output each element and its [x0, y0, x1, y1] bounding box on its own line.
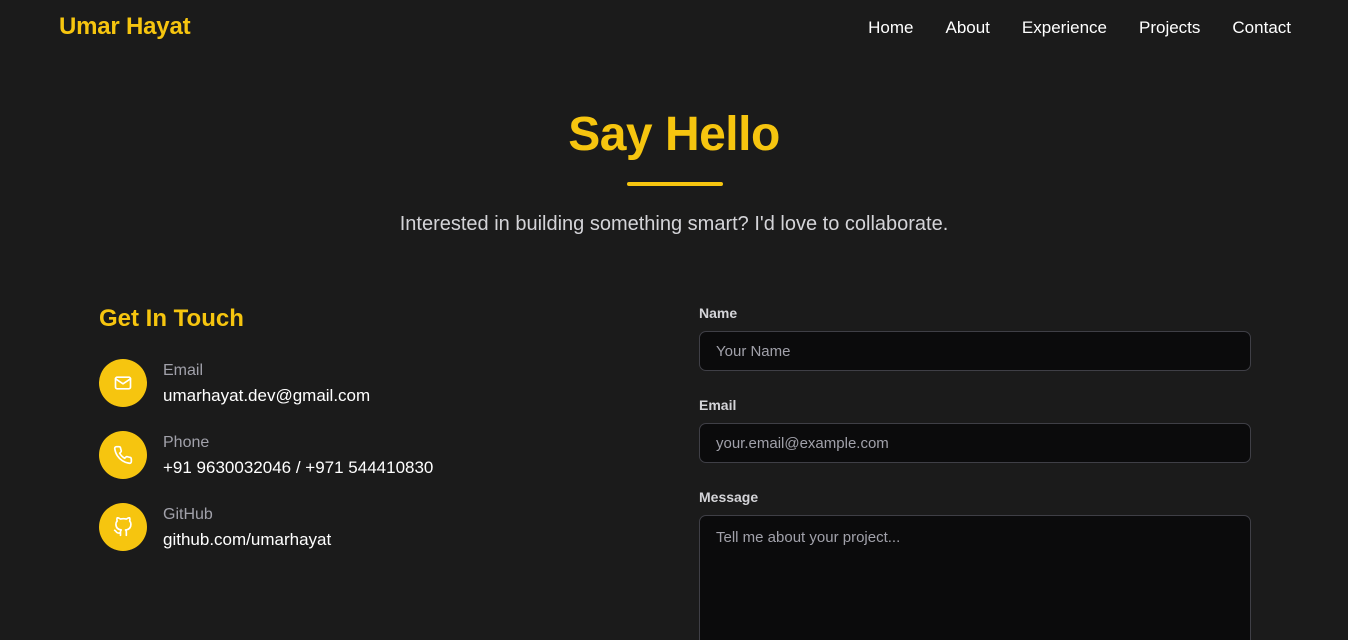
contact-label: Phone: [163, 434, 210, 451]
github-link[interactable]: github.com/umarhayat: [163, 530, 331, 550]
logo-link[interactable]: Umar Hayat: [59, 13, 191, 41]
contact-label: GitHub: [163, 506, 213, 523]
message-label: Message: [699, 489, 759, 505]
contact-label: Email: [163, 362, 204, 379]
main-nav: Home About Experience Projects Contact: [868, 18, 1291, 38]
phone-icon: [99, 431, 147, 479]
title-underline: [627, 182, 723, 186]
email-input[interactable]: [699, 423, 1251, 463]
contact-page: Umar Hayat Home About Experience Project…: [0, 0, 1348, 640]
email-link[interactable]: umarhayat.dev@gmail.com: [163, 386, 370, 406]
name-input[interactable]: [699, 331, 1251, 371]
contact-item-github: GitHub github.com/umarhayat: [99, 503, 579, 551]
page-title: Say Hello: [568, 108, 780, 161]
nav-experience[interactable]: Experience: [1022, 18, 1107, 38]
name-label: Name: [699, 305, 738, 321]
email-label: Email: [699, 397, 737, 413]
site-header: Umar Hayat Home About Experience Project…: [0, 0, 1348, 56]
nav-contact[interactable]: Contact: [1232, 18, 1291, 38]
nav-projects[interactable]: Projects: [1139, 18, 1200, 38]
get-in-touch-heading: Get In Touch: [99, 305, 244, 332]
mail-icon: [99, 359, 147, 407]
contact-item-phone: Phone +91 9630032046 / +971 544410830: [99, 431, 579, 479]
nav-about[interactable]: About: [945, 18, 989, 38]
phone-link[interactable]: +91 9630032046 / +971 544410830: [163, 458, 433, 478]
github-icon: [99, 503, 147, 551]
message-textarea[interactable]: [699, 515, 1251, 640]
contact-item-email: Email umarhayat.dev@gmail.com: [99, 359, 579, 407]
page-subtitle: Interested in building something smart? …: [399, 213, 949, 235]
nav-home[interactable]: Home: [868, 18, 913, 38]
